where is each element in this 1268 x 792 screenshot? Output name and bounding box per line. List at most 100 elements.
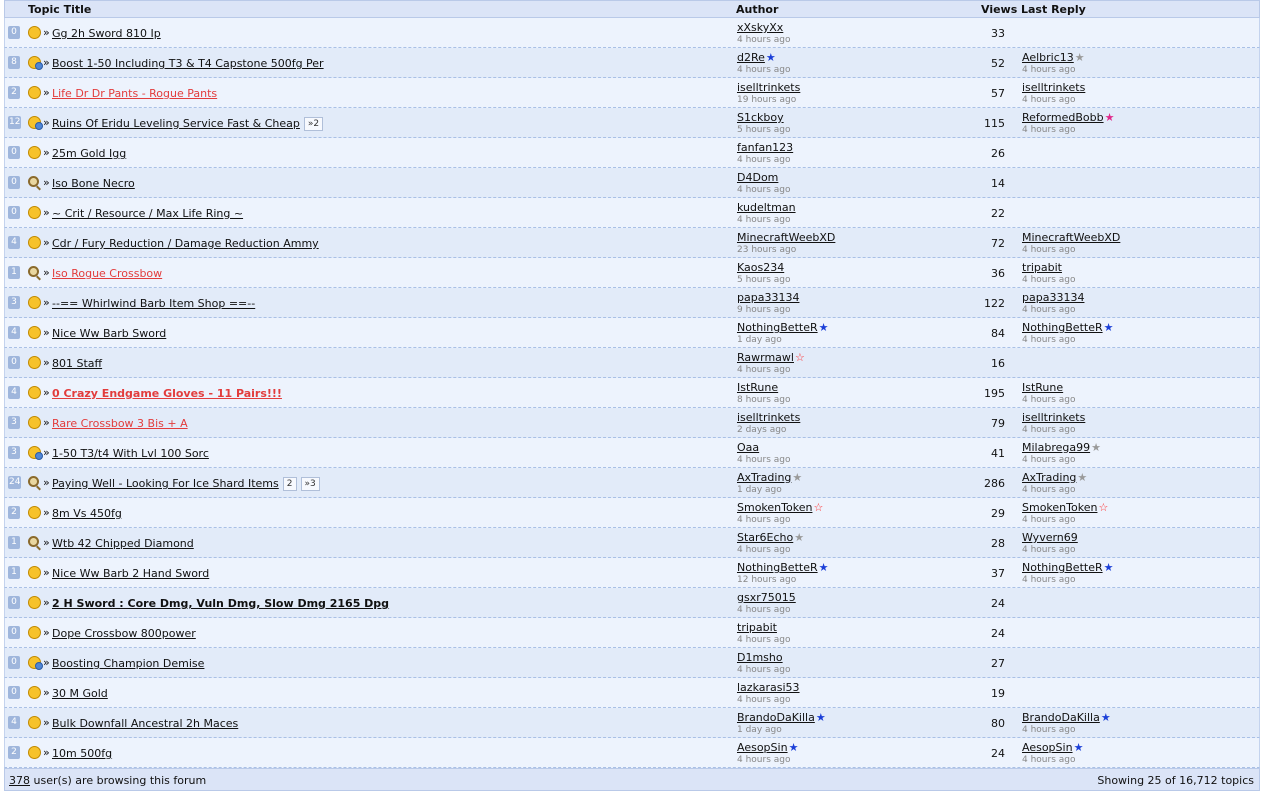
last-reply-user-link[interactable]: iselltrinkets bbox=[1022, 411, 1085, 424]
author-link[interactable]: AxTrading bbox=[737, 471, 791, 484]
last-reply-user-link[interactable]: NothingBetteR bbox=[1022, 321, 1103, 334]
last-reply-user-link[interactable]: MinecraftWeebXD bbox=[1022, 231, 1120, 244]
topic-title-link[interactable]: 801 Staff bbox=[52, 357, 102, 370]
last-reply-user-link[interactable]: AxTrading bbox=[1022, 471, 1076, 484]
author-posted-time: 4 hours ago bbox=[737, 35, 791, 45]
arrow-icon: » bbox=[43, 266, 50, 279]
topic-title-link[interactable]: Dope Crossbow 800power bbox=[52, 627, 196, 640]
author-link[interactable]: IstRune bbox=[737, 381, 778, 394]
author-link[interactable]: MinecraftWeebXD bbox=[737, 231, 835, 244]
last-reply-cell: iselltrinkets 4 hours ago bbox=[1022, 411, 1085, 435]
topic-rows: 0» Gg 2h Sword 810 Ip xXskyXx 4 hours ago 33… bbox=[4, 18, 1260, 768]
topic-title-link[interactable]: Iso Rogue Crossbow bbox=[52, 267, 162, 280]
last-reply-user-link[interactable]: SmokenToken bbox=[1022, 501, 1097, 514]
last-reply-cell: MinecraftWeebXD 4 hours ago bbox=[1022, 231, 1120, 255]
author-link[interactable]: iselltrinkets bbox=[737, 81, 800, 94]
last-reply-user-link[interactable]: tripabit bbox=[1022, 261, 1062, 274]
author-link[interactable]: lazkarasi53 bbox=[737, 681, 800, 694]
last-reply-time: 4 hours ago bbox=[1022, 245, 1076, 255]
topic-title-link[interactable]: 1-50 T3/t4 With Lvl 100 Sorc bbox=[52, 447, 209, 460]
author-link[interactable]: Oaa bbox=[737, 441, 759, 454]
author-link[interactable]: D1msho bbox=[737, 651, 783, 664]
last-reply-user-link[interactable]: Aelbric13 bbox=[1022, 51, 1074, 64]
author-link[interactable]: kudeltman bbox=[737, 201, 796, 214]
topic-title-link[interactable]: 10m 500fg bbox=[52, 747, 112, 760]
author-link[interactable]: D4Dom bbox=[737, 171, 778, 184]
last-reply-user-link[interactable]: Milabrega99 bbox=[1022, 441, 1090, 454]
topic-title-link[interactable]: Gg 2h Sword 810 Ip bbox=[52, 27, 161, 40]
topic-title-link[interactable]: Ruins Of Eridu Leveling Service Fast & C… bbox=[52, 117, 324, 131]
author-link[interactable]: d2Re bbox=[737, 51, 765, 64]
topic-title-link[interactable]: 8m Vs 450fg bbox=[52, 507, 122, 520]
author-link[interactable]: BrandoDaKilla bbox=[737, 711, 815, 724]
author-link[interactable]: fanfan123 bbox=[737, 141, 793, 154]
topic-title-link[interactable]: Iso Bone Necro bbox=[52, 177, 135, 190]
chat-icon bbox=[28, 56, 43, 70]
views-count: 27 bbox=[991, 657, 1005, 670]
table-row: 0 » Boosting Champion Demise D1msho 4 hours … bbox=[4, 648, 1260, 678]
table-row: 0 » ~ Crit / Resource / Max Life Ring ~ kud… bbox=[4, 198, 1260, 228]
last-reply-user-link[interactable]: AesopSin bbox=[1022, 741, 1073, 754]
topic-title-link[interactable]: Nice Ww Barb 2 Hand Sword bbox=[52, 567, 209, 580]
author-link[interactable]: papa33134 bbox=[737, 291, 799, 304]
topic-title-link[interactable]: Rare Crossbow 3 Bis + A bbox=[52, 417, 188, 430]
author-link[interactable]: NothingBetteR bbox=[737, 561, 818, 574]
topic-title-link[interactable]: Wtb 42 Chipped Diamond bbox=[52, 537, 194, 550]
last-reply-user-link[interactable]: papa33134 bbox=[1022, 291, 1084, 304]
author-link[interactable]: S1ckboy bbox=[737, 111, 784, 124]
topic-title-link[interactable]: Bulk Downfall Ancestral 2h Maces bbox=[52, 717, 238, 730]
blue-star-icon: ★ bbox=[765, 51, 776, 64]
topic-title-link[interactable]: --== Whirlwind Barb Item Shop ==-- bbox=[52, 297, 255, 310]
last-reply-user-link[interactable]: Wyvern69 bbox=[1022, 531, 1078, 544]
table-row: 3» 1-50 T3/t4 With Lvl 100 Sorc Oaa 4 hours… bbox=[4, 438, 1260, 468]
reply-count-badge: 0 bbox=[8, 656, 20, 669]
topic-title-link[interactable]: 30 M Gold bbox=[52, 687, 108, 700]
topic-title-link[interactable]: Boost 1-50 Including T3 & T4 Capstone 50… bbox=[52, 57, 324, 70]
last-reply-cell: iselltrinkets 4 hours ago bbox=[1022, 81, 1085, 105]
topic-title-link[interactable]: 2 H Sword : Core Dmg, Vuln Dmg, Slow Dmg… bbox=[52, 597, 389, 610]
topic-title-link[interactable]: 0 Crazy Endgame Gloves - 11 Pairs!!! bbox=[52, 387, 282, 400]
author-link[interactable]: iselltrinkets bbox=[737, 411, 800, 424]
views-count: 33 bbox=[991, 27, 1005, 40]
topic-title-link[interactable]: Nice Ww Barb Sword bbox=[52, 327, 166, 340]
author-link[interactable]: xXskyXx bbox=[737, 21, 783, 34]
gray-star-icon: ★ bbox=[1091, 441, 1101, 454]
topic-title-link[interactable]: Boosting Champion Demise bbox=[52, 657, 204, 670]
views-count: 286 bbox=[984, 477, 1005, 490]
browsing-count-link[interactable]: 378 bbox=[9, 774, 30, 787]
author-cell: D1msho 4 hours ago bbox=[737, 651, 791, 675]
author-link[interactable]: AesopSin bbox=[737, 741, 788, 754]
blue-star-icon: ★ bbox=[818, 321, 829, 334]
author-cell: AesopSin★ 4 hours ago bbox=[737, 741, 798, 765]
topic-title-link[interactable]: 25m Gold Igg bbox=[52, 147, 126, 160]
topic-title-link[interactable]: Cdr / Fury Reduction / Damage Reduction … bbox=[52, 237, 319, 250]
author-cell: fanfan123 4 hours ago bbox=[737, 141, 793, 165]
page-link[interactable]: 2 bbox=[282, 477, 297, 491]
last-reply-cell: BrandoDaKilla★ 4 hours ago bbox=[1022, 711, 1111, 735]
author-link[interactable]: tripabit bbox=[737, 621, 777, 634]
last-reply-user-link[interactable]: iselltrinkets bbox=[1022, 81, 1085, 94]
author-link[interactable]: NothingBetteR bbox=[737, 321, 818, 334]
last-reply-user-link[interactable]: ReformedBobb bbox=[1022, 111, 1104, 124]
topic-title-link[interactable]: ~ Crit / Resource / Max Life Ring ~ bbox=[52, 207, 243, 220]
views-count: 24 bbox=[991, 747, 1005, 760]
last-reply-user-link[interactable]: IstRune bbox=[1022, 381, 1063, 394]
page-link[interactable]: »3 bbox=[300, 477, 320, 491]
last-reply-user-link[interactable]: NothingBetteR bbox=[1022, 561, 1103, 574]
author-link[interactable]: Kaos234 bbox=[737, 261, 784, 274]
arrow-icon: » bbox=[43, 416, 50, 429]
topic-title-link[interactable]: Life Dr Dr Pants - Rogue Pants bbox=[52, 87, 217, 100]
table-row: 2 » Life Dr Dr Pants - Rogue Pants iselltri… bbox=[4, 78, 1260, 108]
author-link[interactable]: Star6Echo bbox=[737, 531, 793, 544]
topic-title-text: 10m 500fg bbox=[52, 747, 113, 760]
page-link[interactable]: »2 bbox=[303, 117, 324, 131]
arrow-icon: » bbox=[43, 596, 50, 609]
topic-title-link[interactable]: Paying Well - Looking For Ice Shard Item… bbox=[52, 477, 320, 491]
last-reply-user-link[interactable]: BrandoDaKilla bbox=[1022, 711, 1100, 724]
author-link[interactable]: gsxr75015 bbox=[737, 591, 796, 604]
table-row: 24 » Paying Well - Looking For Ice Shard I… bbox=[4, 468, 1260, 498]
author-link[interactable]: Rawrmawl bbox=[737, 351, 794, 364]
topic-title-text: Gg 2h Sword 810 Ip bbox=[52, 27, 161, 40]
author-link[interactable]: SmokenToken bbox=[737, 501, 812, 514]
reply-count-badge: 3 bbox=[8, 296, 20, 309]
